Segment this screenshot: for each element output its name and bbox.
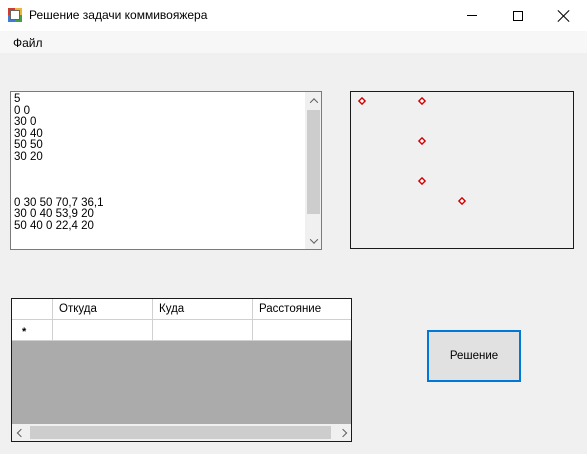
route-grid[interactable]: Откуда Куда Расстояние * <box>11 298 352 442</box>
column-header-distance[interactable]: Расстояние <box>253 299 351 320</box>
plot-point <box>357 96 367 106</box>
horizontal-scrollbar[interactable] <box>12 424 351 441</box>
scroll-left-button[interactable] <box>12 424 29 441</box>
column-header-to[interactable]: Куда <box>153 299 253 320</box>
input-text-line <box>14 175 104 187</box>
points-plot <box>350 91 574 249</box>
menu-bar: Файл <box>0 31 587 53</box>
grid-header: Откуда Куда Расстояние <box>12 299 351 320</box>
plot-point <box>417 136 427 146</box>
window-title: Решение задачи коммивояжера <box>29 8 208 22</box>
input-text-line <box>14 163 104 175</box>
scroll-right-button[interactable] <box>334 424 351 441</box>
maximize-button[interactable] <box>495 0 541 31</box>
input-text-line: 5 <box>14 93 21 105</box>
chevron-right-icon <box>338 428 347 437</box>
input-text-lines: 50 0 30 0 30 40 50 50 30 20 0 30 50 70,7 36,… <box>14 93 104 232</box>
minimize-button[interactable] <box>449 0 495 31</box>
chevron-down-icon <box>309 234 318 244</box>
main-window: Решение задачи коммивояжера Файл 50 0 30 … <box>0 0 587 454</box>
input-textbox[interactable]: 50 0 30 0 30 40 50 50 30 20 0 30 50 70,7 36,… <box>10 91 322 250</box>
new-row-from-cell[interactable] <box>53 320 153 341</box>
input-text-line: 30 0 40 53,9 20 <box>14 208 94 220</box>
menu-file[interactable]: Файл <box>13 36 43 50</box>
plot-point <box>417 96 427 106</box>
vertical-scrollbar[interactable] <box>305 92 321 249</box>
scroll-up-button[interactable] <box>305 92 321 109</box>
close-button[interactable] <box>541 0 587 31</box>
close-icon <box>558 10 570 22</box>
new-row-to-cell[interactable] <box>153 320 253 341</box>
minimize-icon <box>467 15 477 16</box>
input-text-line: 30 0 <box>14 116 37 128</box>
input-text-line <box>14 186 104 198</box>
input-text-line: 50 40 0 22,4 20 <box>14 219 94 232</box>
plot-point <box>457 196 467 206</box>
plot-point <box>417 176 427 186</box>
new-row-header[interactable]: * <box>12 320 53 341</box>
chevron-left-icon <box>16 428 25 437</box>
chevron-up-icon <box>309 97 318 107</box>
new-row-marker: * <box>22 326 27 338</box>
scroll-thumb[interactable] <box>307 110 320 214</box>
input-text-line: 50 50 <box>14 139 43 151</box>
horizontal-scroll-thumb[interactable] <box>30 426 331 439</box>
solve-button[interactable]: Решение <box>427 330 521 382</box>
new-row-distance-cell[interactable] <box>253 320 351 341</box>
grid-corner-header <box>12 299 53 320</box>
app-icon <box>8 8 22 22</box>
scroll-down-button[interactable] <box>305 232 321 249</box>
title-bar: Решение задачи коммивояжера <box>0 0 587 31</box>
column-header-from[interactable]: Откуда <box>53 299 153 320</box>
plot-canvas <box>357 96 467 206</box>
input-text-line: 30 20 <box>14 150 43 163</box>
maximize-icon <box>513 10 523 21</box>
